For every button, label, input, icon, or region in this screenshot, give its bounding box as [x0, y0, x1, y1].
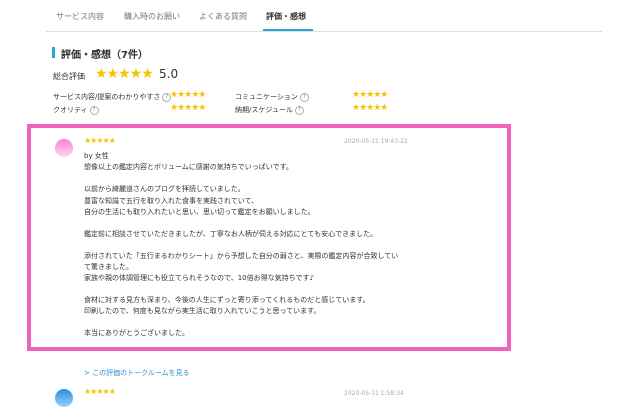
review-date: 2020-05-11 19:43:22: [344, 138, 408, 145]
sub-rating-label: コミュニケーション?: [235, 92, 309, 102]
overall-label: 総合評価: [53, 72, 85, 81]
review-stars: ★★★★★: [84, 136, 116, 145]
sub-rating-label: 納期/スケジュール?: [235, 105, 304, 115]
sub-rating-stars: ★★★★★: [352, 103, 388, 113]
review-line: 添付されていた「五行まるわかりシート」から予想した自分の弱さと、実際の鑑定内容が…: [84, 252, 399, 260]
section-accent-bar: [52, 47, 55, 58]
sub-rating-label: サービス内容/提案のわかりやすさ?: [53, 92, 172, 102]
tab-faq[interactable]: よくある質問: [199, 11, 247, 22]
review-line: 家族や親の体調管理にも役立てられそうなので、10倍お得な気持ちです♪: [84, 274, 315, 282]
review-line: て驚きました。: [84, 263, 133, 271]
sub-rating-stars: ★★★★★: [352, 90, 388, 100]
review-line: 鑑定前に相談させていただきましたが、丁寧なお人柄が伺える対応にとても安心できまし…: [84, 230, 378, 238]
view-talkroom-link[interactable]: > この評価のトークルームを見る: [84, 368, 190, 378]
tab-purchase-notes[interactable]: 購入時のお願い: [124, 11, 180, 22]
section-title: 評価・感想（7件）: [61, 50, 148, 61]
review-date: 2020-05-11 1:58:34: [344, 390, 404, 397]
overall-score: 5.0: [159, 67, 179, 81]
tab-bar: サービス内容 購入時のお願い よくある質問 評価・感想: [46, 0, 602, 32]
help-icon[interactable]: ?: [299, 92, 309, 102]
sub-rating-label: クオリティ?: [53, 105, 99, 115]
active-tab-underline: [263, 29, 313, 31]
overall-stars: ★★★★★: [95, 66, 154, 82]
review-author: by 女性: [84, 152, 109, 160]
help-icon[interactable]: ?: [89, 105, 99, 115]
review-line: 本当にありがとうございました。: [84, 329, 189, 337]
review-line: 想像以上の鑑定内容とボリュームに感謝の気持ちでいっぱいです。: [84, 163, 293, 171]
review-line: 自分の生活にも取り入れたいと思い、思い切って鑑定をお願いしました。: [84, 208, 315, 216]
tab-service[interactable]: サービス内容: [56, 11, 104, 22]
sub-rating-stars: ★★★★★: [170, 103, 206, 113]
review-line: 印刷したので、何度も見ながら実生活に取り入れていこうと思っています。: [84, 307, 321, 315]
review-line: 以前から綺麗道さんのブログを拝読していました。: [84, 185, 245, 193]
review-stars: ★★★★★: [84, 387, 116, 396]
help-icon[interactable]: ?: [294, 105, 304, 115]
sub-rating-stars: ★★★★★: [170, 90, 206, 100]
review-line: 豊富な知識で五行を取り入れた食事を実践されていて、: [84, 197, 259, 205]
avatar: [55, 389, 73, 407]
review-line: 食材に対する見方も深まり、今後の人生にずっと寄り添ってくれるものだと感じています…: [84, 296, 370, 304]
avatar: [55, 139, 73, 157]
tab-reviews[interactable]: 評価・感想: [266, 11, 306, 22]
